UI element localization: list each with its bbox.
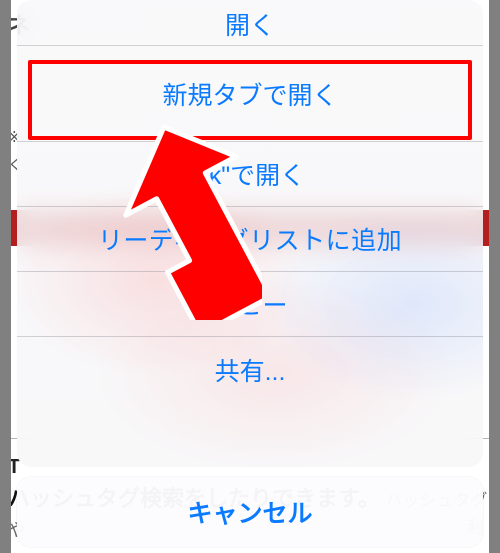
option-open[interactable]: 開く [17,0,483,46]
option-add-reading-list[interactable]: リーディングリストに追加 [17,207,483,272]
option-share[interactable]: 共有... [17,337,483,402]
option-share-label: 共有... [215,352,286,388]
option-open-in-app-label: ok"で開く [195,156,305,192]
option-open-new-tab[interactable]: 新規タブで開く [17,46,483,142]
screenshot-border-right [489,0,500,553]
option-copy-label: コピー [212,286,287,322]
option-open-label: 開く [225,6,275,42]
cancel-button[interactable]: キャンセル [17,477,483,547]
option-open-in-app[interactable]: ok"で開く [17,142,483,207]
option-open-new-tab-label: 新規タブで開く [162,76,337,112]
screenshot-border-left [0,0,11,553]
option-add-reading-list-label: リーディングリストに追加 [98,227,402,255]
option-copy[interactable]: コピー [17,272,483,337]
action-sheet: 開く 新規タブで開く ok"で開く リーディングリストに追加 コピー 共有... [17,0,483,467]
cancel-button-label: キャンセル [187,494,312,530]
